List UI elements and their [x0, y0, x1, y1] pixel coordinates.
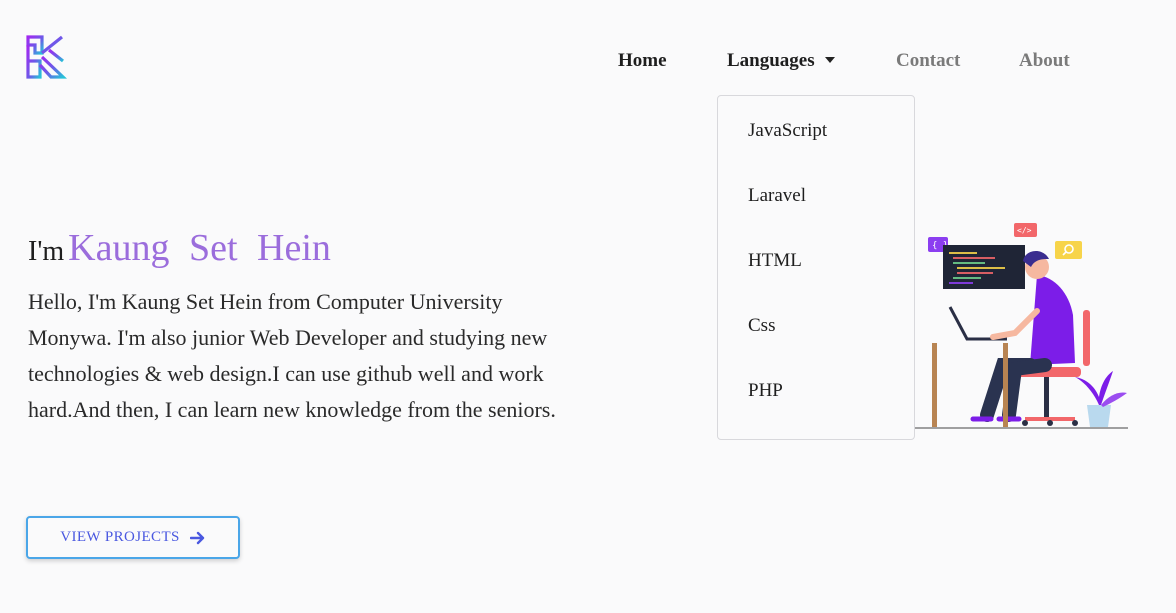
nav-contact-link[interactable]: Contact [896, 48, 960, 74]
caret-down-icon [824, 56, 835, 63]
hero-name: Kaung Set Hein [68, 227, 331, 269]
dropdown-item-php[interactable]: PHP [748, 378, 783, 404]
view-projects-button[interactable]: VIEW PROJECTS [26, 516, 240, 559]
hero-description: Hello, I'm Kaung Set Hein from Computer … [28, 289, 556, 422]
nav-languages-dropdown[interactable]: Languages [727, 48, 835, 74]
arrow-right-icon [189, 531, 204, 544]
dropdown-item-javascript[interactable]: JavaScript [748, 118, 827, 144]
hero-title: I'm Kaung Set Hein [28, 226, 331, 270]
nav-languages-label: Languages [727, 50, 815, 71]
view-projects-label: VIEW PROJECTS [60, 529, 180, 545]
hero-greeting: I'm [28, 236, 65, 267]
dropdown-item-laravel[interactable]: Laravel [748, 183, 806, 209]
svg-text:</>: </> [1017, 226, 1032, 235]
languages-dropdown-menu: JavaScript Laravel HTML Css PHP [717, 95, 915, 440]
developer-illustration: { } </> [915, 223, 1128, 429]
top-nav: Home Languages Contact About [0, 48, 1176, 74]
nav-home-link[interactable]: Home [618, 48, 667, 74]
dropdown-item-html[interactable]: HTML [748, 248, 802, 274]
page: Home Languages Contact About JavaScript … [0, 0, 1176, 613]
dropdown-item-css[interactable]: Css [748, 313, 775, 339]
nav-about-link[interactable]: About [1019, 48, 1070, 74]
